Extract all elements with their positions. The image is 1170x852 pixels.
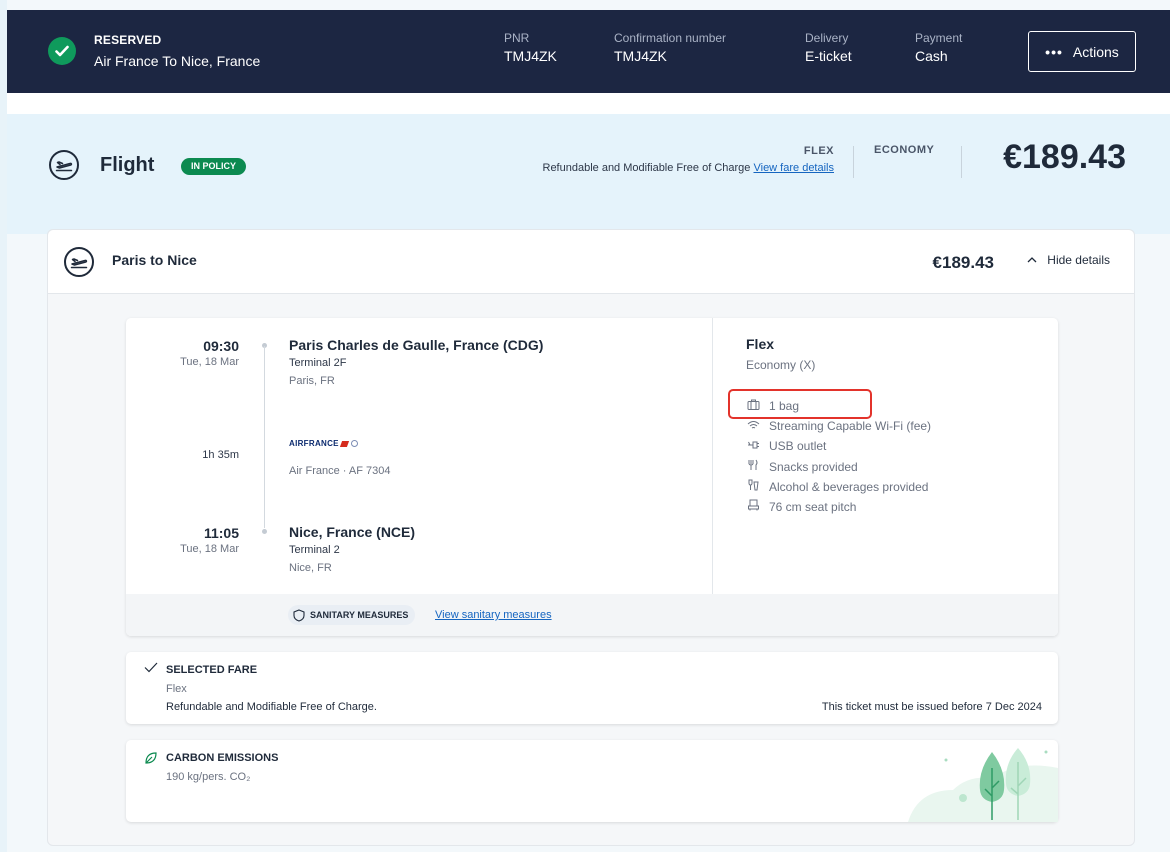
amenity-label: Streaming Capable Wi-Fi (fee) (769, 419, 932, 433)
amenity-seat: 76 cm seat pitch (746, 499, 856, 514)
timeline-line (264, 346, 265, 528)
itinerary-footer: SANITARY MEASURES View sanitary measures (126, 594, 1058, 636)
plane-takeoff-icon (49, 150, 79, 180)
separator (961, 146, 962, 178)
wifi-icon (746, 420, 760, 433)
delivery-label: Delivery (805, 31, 849, 45)
arrival-terminal: Terminal 2 (289, 544, 340, 556)
airline-emblem-icon (350, 440, 358, 447)
arrival-date: Tue, 18 Mar (180, 543, 239, 555)
checkmark-icon (144, 661, 158, 676)
segment-price: €189.43 (932, 253, 994, 272)
selected-fare-card: SELECTED FARE Flex Refundable and Modifi… (126, 652, 1058, 724)
plane-takeoff-icon (64, 247, 94, 277)
pnr-value: TMJ4ZK (504, 48, 557, 64)
fare-class: Economy (X) (746, 358, 816, 372)
flight-number: Air France · AF 7304 (289, 465, 391, 477)
amenity-label: Snacks provided (769, 459, 858, 474)
baggage-icon (746, 399, 760, 413)
booking-status-bar: RESERVED Air France To Nice, France PNR … (7, 10, 1170, 93)
leaf-icon (144, 751, 158, 768)
total-price: €189.43 (1003, 138, 1126, 176)
amenity-label: 76 cm seat pitch (769, 499, 857, 514)
fare-name: FLEX (803, 145, 834, 157)
segment-header: Paris to Nice €189.43 Hide details (48, 230, 1134, 294)
check-circle-icon (48, 37, 76, 65)
fare-type: Flex (746, 336, 775, 352)
payment-label: Payment (915, 31, 963, 45)
usb-icon (746, 440, 760, 453)
seat-icon (746, 499, 760, 514)
pnr-label: PNR (504, 31, 530, 45)
shield-icon (293, 608, 305, 622)
airline-logo-text: AIRFRANCE (289, 439, 339, 448)
confirmation-value: TMJ4ZK (614, 48, 667, 64)
amenity-baggage: 1 bag (746, 399, 799, 413)
booking-description: Air France To Nice, France (94, 53, 261, 69)
arrival-time: 11:05 (203, 525, 239, 541)
divider-strip (7, 93, 1170, 114)
sanitary-badge-label: SANITARY MEASURES (310, 610, 409, 620)
delivery-block: Delivery E-ticket (805, 31, 852, 64)
departure-date: Tue, 18 Mar (180, 356, 239, 368)
booking-status: RESERVED (94, 33, 162, 47)
itinerary-panel: 09:30 Tue, 18 Mar Paris Charles de Gaull… (126, 318, 1058, 636)
actions-label: Actions (1072, 43, 1119, 60)
more-dots-icon: ••• (1045, 43, 1063, 60)
amenity-label: Alcohol & beverages provided (769, 479, 929, 494)
airline-logo: AIRFRANCE (289, 439, 358, 448)
pnr-block: PNR TMJ4ZK (504, 31, 557, 64)
chevron-up-icon (1027, 254, 1037, 266)
arrival-city: Nice, FR (289, 562, 332, 574)
departure-city: Paris, FR (289, 375, 335, 387)
view-sanitary-measures-link[interactable]: View sanitary measures (435, 609, 552, 621)
selected-fare-name: Flex (166, 683, 187, 695)
flight-title: Flight (100, 154, 155, 176)
flight-duration: 1h 35m (202, 449, 239, 461)
separator (853, 146, 854, 178)
delivery-value: E-ticket (805, 48, 852, 64)
selected-fare-title: SELECTED FARE (166, 664, 258, 676)
amenity-wifi: Streaming Capable Wi-Fi (fee) (746, 419, 931, 433)
fare-description: Refundable and Modifiable Free of Charge… (543, 162, 835, 174)
airline-flag-icon (339, 440, 349, 447)
in-policy-badge: IN POLICY (181, 158, 247, 175)
amenity-usb: USB outlet (746, 439, 826, 453)
amenity-beverages: Alcohol & beverages provided (746, 479, 928, 494)
snack-icon (746, 459, 760, 474)
segment-title: Paris to Nice (112, 252, 197, 268)
timeline-dot (262, 529, 267, 534)
carbon-title: CARBON EMISSIONS (166, 752, 279, 764)
amenity-label: USB outlet (769, 439, 827, 453)
sanitary-badge: SANITARY MEASURES (288, 605, 416, 625)
selected-fare-conditions: Refundable and Modifiable Free of Charge… (166, 701, 377, 713)
cabin-class: ECONOMY (874, 144, 935, 156)
arrival-airport: Nice, France (NCE) (289, 524, 416, 540)
confirmation-label: Confirmation number (614, 31, 727, 45)
amenity-label: 1 bag (769, 399, 800, 413)
hide-details-button[interactable]: Hide details (1027, 253, 1110, 267)
carbon-emissions-card: CARBON EMISSIONS 190 kg/pers. CO₂ (126, 740, 1058, 822)
actions-button[interactable]: ••• Actions (1028, 31, 1136, 72)
payment-value: Cash (915, 48, 948, 64)
departure-time: 09:30 (203, 338, 239, 354)
segment-card: Paris to Nice €189.43 Hide details 09:30… (47, 229, 1135, 846)
carbon-value: 190 kg/pers. CO₂ (166, 771, 251, 783)
hide-details-label: Hide details (1047, 253, 1110, 267)
departure-terminal: Terminal 2F (289, 357, 347, 369)
beverage-icon (746, 479, 760, 494)
view-fare-details-link[interactable]: View fare details (753, 162, 834, 174)
trees-illustration (908, 740, 1058, 822)
issue-deadline-note: This ticket must be issued before 7 Dec … (821, 701, 1042, 713)
fare-amenities: Flex Economy (X) 1 bag Streaming Capable… (714, 318, 1058, 594)
amenity-snacks: Snacks provided (746, 459, 858, 474)
flight-summary: Flight IN POLICY FLEX Refundable and Mod… (7, 114, 1170, 234)
payment-block: Payment Cash (915, 31, 962, 64)
fare-description-text: Refundable and Modifiable Free of Charge (542, 162, 751, 174)
itinerary-timeline: 09:30 Tue, 18 Mar Paris Charles de Gaull… (126, 318, 713, 594)
confirmation-block: Confirmation number TMJ4ZK (614, 31, 726, 64)
departure-airport: Paris Charles de Gaulle, France (CDG) (289, 337, 544, 353)
